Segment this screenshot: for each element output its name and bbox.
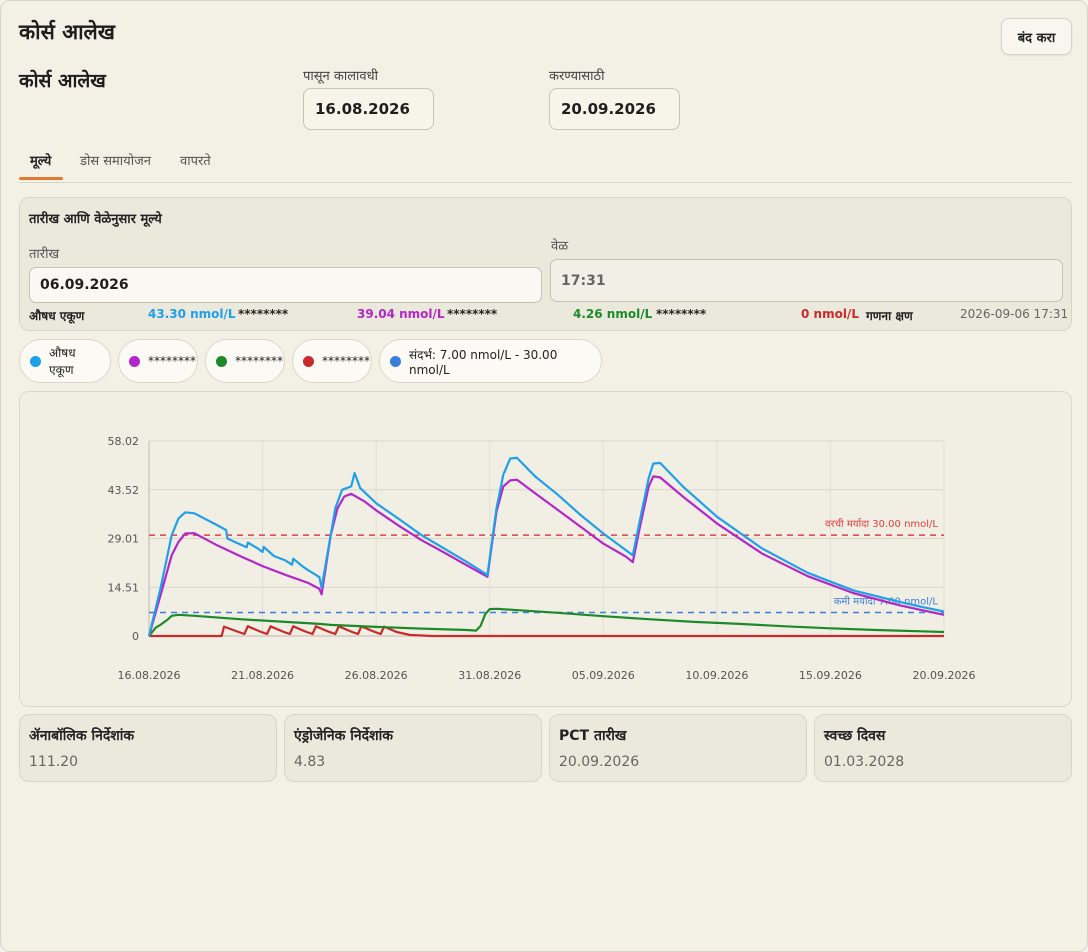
readout-value-2: 39.04 nmol/L <box>357 307 445 321</box>
x-tick-label: 10.09.2026 <box>685 669 748 682</box>
readout-row: औषध एकूण 43.30 nmol/L ******** 39.04 nmo… <box>29 307 1068 325</box>
card-pct-date: PCT तारीख 20.09.2026 <box>549 714 807 782</box>
course-graph-window: कोर्स आलेख बंद करा कोर्स आलेख पासून काला… <box>0 0 1088 952</box>
legend-dot-icon <box>30 355 41 367</box>
from-date-input[interactable]: 16.08.2026 <box>303 88 434 130</box>
legend-label: औषध एकूण <box>49 346 76 377</box>
x-tick-label: 15.09.2026 <box>799 669 862 682</box>
readout-name-4: ******** <box>656 307 707 321</box>
values-by-datetime-panel: तारीख आणि वेळेनुसार मूल्ये तारीख 06.09.2… <box>19 197 1072 331</box>
legend-label: ******** <box>235 354 283 368</box>
from-date-label: पासून कालावधी <box>303 69 379 84</box>
readout-name-2: ******** <box>238 307 289 321</box>
card-title: स्वच्छ दिवस <box>824 728 886 744</box>
series-line-1 <box>147 456 945 637</box>
x-tick-label: 21.08.2026 <box>231 669 294 682</box>
panel-title: तारीख आणि वेळेनुसार मूल्ये <box>29 212 162 227</box>
readout-name-total: औषध एकूण <box>29 309 85 323</box>
time-label: वेळ <box>551 239 569 254</box>
legend-label: संदर्भ: 7.00 nmol/L - 30.00 nmol/L <box>409 347 558 377</box>
legend-label: ******** <box>322 354 370 368</box>
to-date-label: करण्यासाठी <box>549 69 605 84</box>
legend-label: ******** <box>148 354 196 368</box>
legend-dot-icon <box>216 355 227 367</box>
calc-moment-label: गणना क्षण <box>866 309 913 323</box>
legend-dot-icon <box>129 355 140 367</box>
legend-chip-2[interactable]: ******** <box>118 339 198 383</box>
legend-dot-icon <box>303 355 314 367</box>
x-tick-label: 20.09.2026 <box>913 669 976 682</box>
card-value: 111.20 <box>29 754 78 770</box>
card-value: 01.03.2028 <box>824 754 905 770</box>
readout-name-3: ******** <box>447 307 498 321</box>
card-title: ॲनाबॉलिक निर्देशांक <box>29 728 135 744</box>
y-tick-label: 58.02 <box>108 435 140 448</box>
legend-dot-icon <box>390 355 401 367</box>
window-title: कोर्स आलेख <box>19 20 115 44</box>
date-field[interactable]: 06.09.2026 <box>29 267 542 303</box>
date-label: तारीख <box>29 247 60 262</box>
legend-chip-total[interactable]: औषध एकूण <box>19 339 111 383</box>
card-clean-days: स्वच्छ दिवस 01.03.2028 <box>814 714 1072 782</box>
x-tick-label: 05.09.2026 <box>572 669 635 682</box>
close-button[interactable]: बंद करा <box>1001 18 1072 55</box>
legend-chip-reference[interactable]: संदर्भ: 7.00 nmol/L - 30.00 nmol/L <box>379 339 602 383</box>
tab-values[interactable]: मूल्ये <box>30 151 51 169</box>
legend-chip-3[interactable]: ******** <box>205 339 285 383</box>
readout-value-3: 4.26 nmol/L <box>573 307 653 321</box>
tab-bar: मूल्ये डोस समायोजन वापरते <box>19 147 1071 183</box>
x-tick-label: 31.08.2026 <box>458 669 521 682</box>
to-date-input[interactable]: 20.09.2026 <box>549 88 680 130</box>
card-value: 4.83 <box>294 754 326 770</box>
y-tick-label: 29.01 <box>108 533 140 546</box>
chart-panel: 0 14.51 29.01 43.52 58.02 16.08.2026 21.08.202… <box>19 391 1072 707</box>
readout-value-total: 43.30 nmol/L <box>148 307 236 321</box>
tab-uses[interactable]: वापरते <box>180 151 211 169</box>
card-title: PCT तारीख <box>559 728 627 744</box>
readout-value-4: 0 nmol/L <box>801 307 859 321</box>
time-field[interactable]: 17:31 <box>550 259 1063 302</box>
legend-chip-4[interactable]: ******** <box>292 339 372 383</box>
section-title: कोर्स आलेख <box>19 70 106 92</box>
card-anabolic-index: ॲनाबॉलिक निर्देशांक 111.20 <box>19 714 277 782</box>
y-tick-label: 43.52 <box>108 484 140 497</box>
active-tab-indicator <box>19 177 63 180</box>
y-tick-label: 0 <box>132 630 139 643</box>
x-tick-label: 16.08.2026 <box>118 669 181 682</box>
x-tick-label: 26.08.2026 <box>345 669 408 682</box>
card-value: 20.09.2026 <box>559 754 640 770</box>
calc-moment-value: 2026-09-06 17:31 <box>960 307 1069 321</box>
y-tick-label: 14.51 <box>108 581 140 594</box>
card-title: एंड्रोजेनिक निर्देशांक <box>294 728 393 744</box>
tab-dose-adjustment[interactable]: डोस समायोजन <box>80 151 151 169</box>
card-androgenic-index: एंड्रोजेनिक निर्देशांक 4.83 <box>284 714 542 782</box>
upper-limit-label: वरची मर्यादा 30.00 nmol/L <box>825 518 938 530</box>
course-chart: 0 14.51 29.01 43.52 58.02 16.08.2026 21.08.202… <box>108 435 976 682</box>
